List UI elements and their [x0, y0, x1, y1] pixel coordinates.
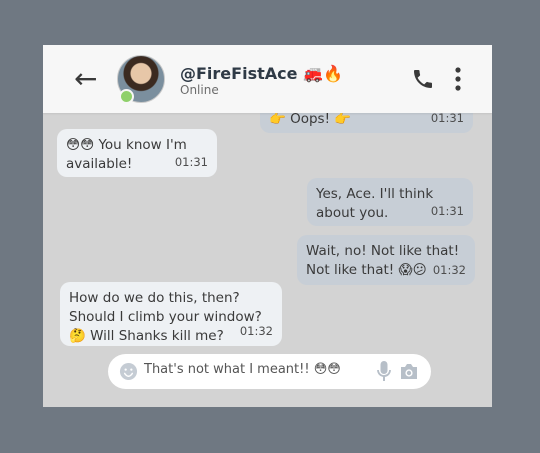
message-bubble-outgoing: Yes, Ace. I'll think about you. 01:31: [307, 178, 473, 226]
message-text: 👉 Oops! 👉: [269, 111, 352, 127]
message-composer[interactable]: That's not what I meant!! 😳😳: [108, 354, 431, 389]
contact-status: Online: [180, 83, 219, 97]
message-input[interactable]: That's not what I meant!! 😳😳: [144, 362, 341, 377]
microphone-icon[interactable]: [377, 360, 391, 383]
camera-icon[interactable]: [399, 363, 419, 380]
message-text: How do we do this, then? Should I climb …: [69, 290, 262, 344]
message-text: 😳😳 You know I'm available!: [66, 137, 187, 172]
chat-window: 👉 Oops! 👉 01:31 😳😳 You know I'm availabl…: [43, 45, 492, 407]
message-time: 01:32: [239, 324, 273, 338]
phone-icon[interactable]: [411, 67, 435, 91]
message-time: 01:31: [174, 155, 208, 169]
emoji-icon[interactable]: [119, 362, 138, 381]
message-text: Yes, Ace. I'll think about you.: [316, 186, 434, 221]
message-bubble-incoming: How do we do this, then? Should I climb …: [60, 282, 282, 346]
more-vert-icon[interactable]: [452, 65, 464, 93]
back-arrow-icon[interactable]: ←: [74, 65, 104, 93]
message-bubble-outgoing: Wait, no! Not like that! Not like that! …: [297, 235, 475, 285]
online-status-dot: [119, 89, 134, 104]
chat-header: ← @FireFistAce 🚒🔥 Online: [43, 45, 492, 113]
message-time: 01:31: [430, 204, 464, 218]
message-time: 01:32: [432, 263, 466, 277]
message-bubble-incoming: 😳😳 You know I'm available! 01:31: [57, 129, 217, 177]
contact-name[interactable]: @FireFistAce 🚒🔥: [180, 64, 343, 83]
